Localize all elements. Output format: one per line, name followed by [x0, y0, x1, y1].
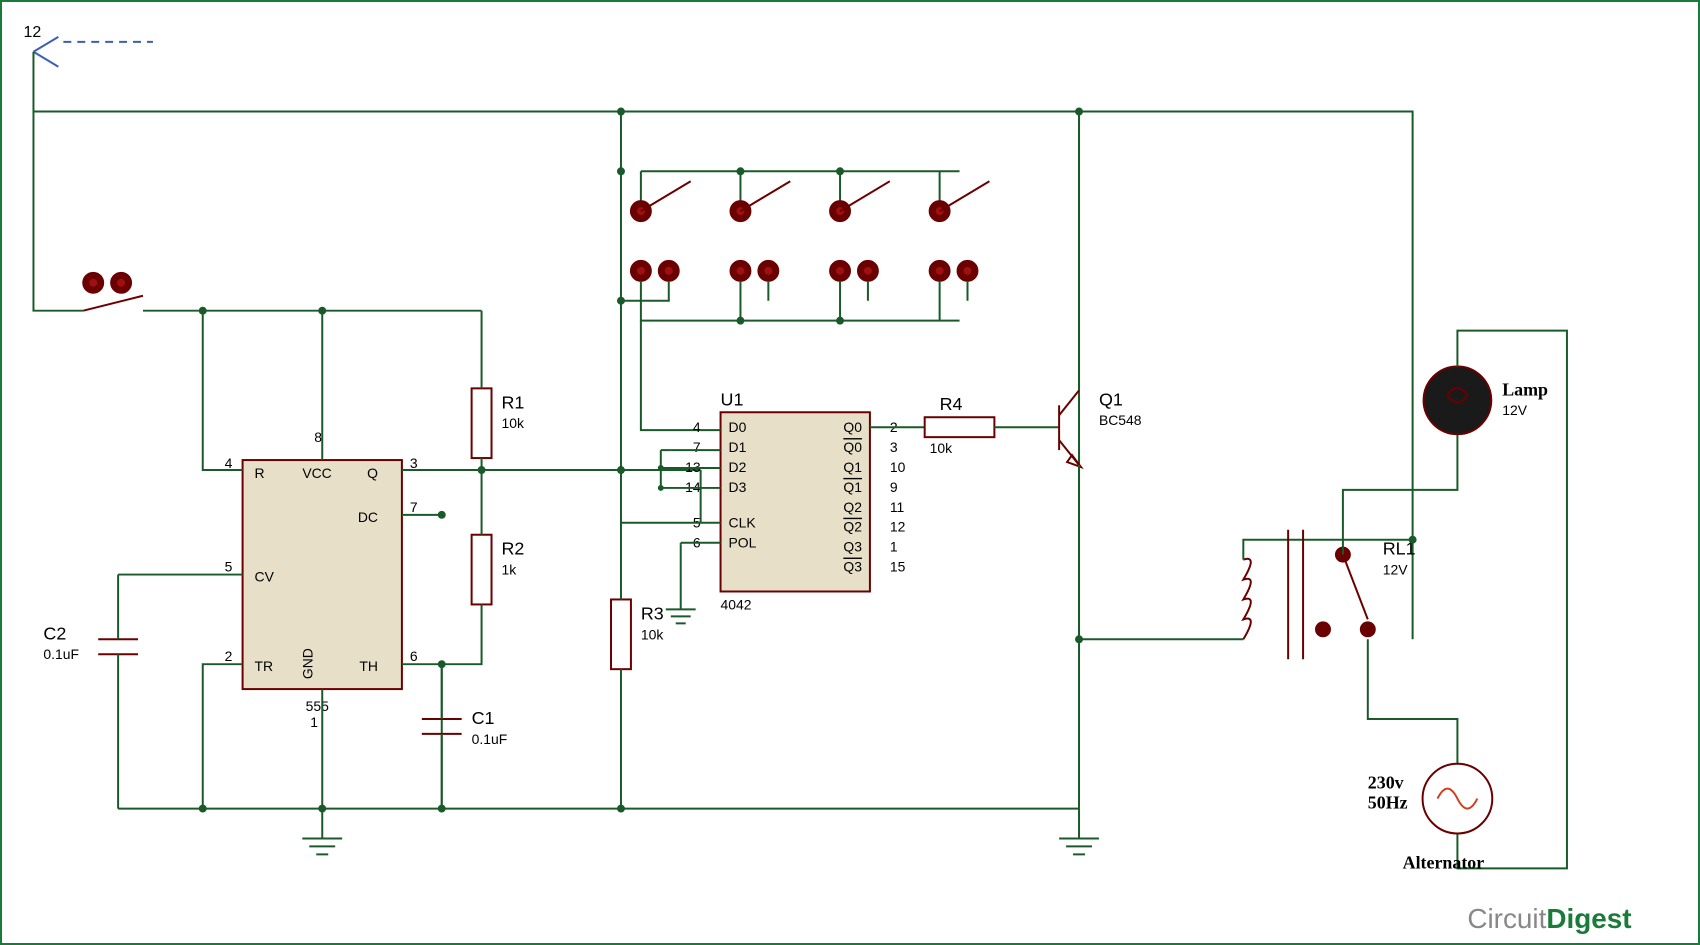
svg-text:D0: D0 [729, 419, 747, 435]
svg-text:7: 7 [693, 439, 701, 455]
svg-text:9: 9 [890, 479, 898, 495]
svg-text:CircuitDigest: CircuitDigest [1467, 903, 1631, 934]
svg-text:2: 2 [225, 648, 233, 664]
dip-switches [617, 167, 989, 430]
ic555-pin-GND: GND [299, 648, 315, 679]
u1-ref: U1 [721, 389, 744, 409]
svg-text:Q3: Q3 [843, 559, 862, 575]
r2-ref: R2 [501, 539, 524, 559]
c2-value: 0.1uF [43, 646, 79, 662]
resistor-R4: R4 10k [925, 394, 1059, 456]
rl1-value: 12V [1383, 562, 1409, 578]
svg-text:6: 6 [410, 648, 418, 664]
svg-text:3: 3 [890, 439, 898, 455]
c1-value: 0.1uF [472, 731, 508, 747]
ic-4042: U1 4042 4D0 7D1 13D2 14D3 5CLK 6POL 2Q0 … [685, 389, 905, 612]
r4-value: 10k [930, 440, 953, 456]
svg-text:5: 5 [225, 559, 233, 575]
svg-text:15: 15 [890, 559, 906, 575]
q1-part: BC548 [1099, 412, 1142, 428]
logo-part1: Circuit [1467, 903, 1546, 934]
c1-ref: C1 [472, 708, 495, 728]
r3-ref: R3 [641, 603, 664, 623]
ic555-pin-CV: CV [255, 569, 275, 585]
r4-ref: R4 [940, 394, 963, 414]
svg-text:1: 1 [890, 539, 898, 555]
r3-value: 10k [641, 626, 664, 642]
svg-text:Q0: Q0 [843, 439, 862, 455]
ic555-pin-Q: Q [367, 465, 378, 481]
svg-text:7: 7 [410, 499, 418, 515]
svg-text:11: 11 [890, 499, 905, 515]
lamp-value: 12V [1502, 402, 1528, 418]
svg-text:8: 8 [314, 429, 322, 445]
svg-text:Q1: Q1 [843, 459, 862, 475]
svg-text:4: 4 [225, 455, 233, 471]
svg-text:Q2: Q2 [843, 499, 862, 515]
ic555-pin-TR: TR [255, 658, 274, 674]
supply-12v: 12 [24, 24, 153, 67]
ic-555: R VCC Q DC CV TR GND TH 4 8 3 7 5 2 1 6 … [225, 429, 418, 730]
relay-RL1: RL1 12V [1243, 430, 1457, 769]
ground-right [1059, 809, 1099, 855]
svg-text:Q0: Q0 [843, 419, 862, 435]
ic555-part: 555 [306, 698, 330, 714]
ac-freq: 50Hz [1368, 793, 1408, 813]
ground-u1 [666, 545, 696, 624]
q1-ref: Q1 [1099, 389, 1123, 409]
ac-voltage: 230v [1368, 773, 1404, 793]
u1-part: 4042 [721, 596, 752, 612]
svg-text:Q1: Q1 [843, 479, 862, 495]
circuit-schematic: 12 [2, 2, 1698, 943]
r1-ref: R1 [501, 392, 524, 412]
svg-text:D3: D3 [729, 479, 747, 495]
svg-text:Q3: Q3 [843, 539, 862, 555]
svg-text:4: 4 [693, 419, 701, 435]
svg-text:D2: D2 [729, 459, 747, 475]
r1-value: 10k [501, 415, 524, 431]
resistor-R3: R3 10k [611, 301, 664, 809]
svg-text:CLK: CLK [729, 515, 757, 531]
svg-text:10: 10 [890, 459, 906, 475]
resistor-R2: R2 1k [442, 466, 525, 664]
circuitdigest-logo: CircuitDigest [1467, 903, 1631, 934]
ic555-pin-TH: TH [359, 658, 378, 674]
ic555-pin-DC: DC [358, 509, 378, 525]
svg-text:12: 12 [890, 519, 906, 535]
logo-part2: Digest [1546, 903, 1631, 934]
ic555-pin-R: R [255, 465, 265, 481]
capacitor-C1: C1 0.1uF [422, 664, 507, 808]
power-switch[interactable] [33, 112, 202, 311]
resistor-R1: R1 10k [472, 311, 525, 470]
svg-text:13: 13 [685, 459, 701, 475]
svg-text:1: 1 [310, 714, 318, 730]
svg-text:Q2: Q2 [843, 519, 862, 535]
c2-ref: C2 [43, 623, 66, 643]
svg-text:D1: D1 [729, 439, 747, 455]
r2-value: 1k [501, 562, 516, 578]
supply-voltage-label: 12 [24, 24, 42, 41]
alternator: 230v 50Hz Alternator [1368, 764, 1492, 873]
svg-text:3: 3 [410, 455, 418, 471]
capacitor-C2: C2 0.1uF [43, 575, 138, 809]
ground-left [302, 809, 342, 855]
svg-text:14: 14 [685, 479, 701, 495]
ac-label: Alternator [1403, 852, 1485, 872]
svg-text:POL: POL [729, 535, 757, 551]
lamp-ref: Lamp [1502, 379, 1548, 399]
ic555-pin-VCC: VCC [302, 465, 331, 481]
transistor-Q1: Q1 BC548 [1059, 112, 1142, 640]
